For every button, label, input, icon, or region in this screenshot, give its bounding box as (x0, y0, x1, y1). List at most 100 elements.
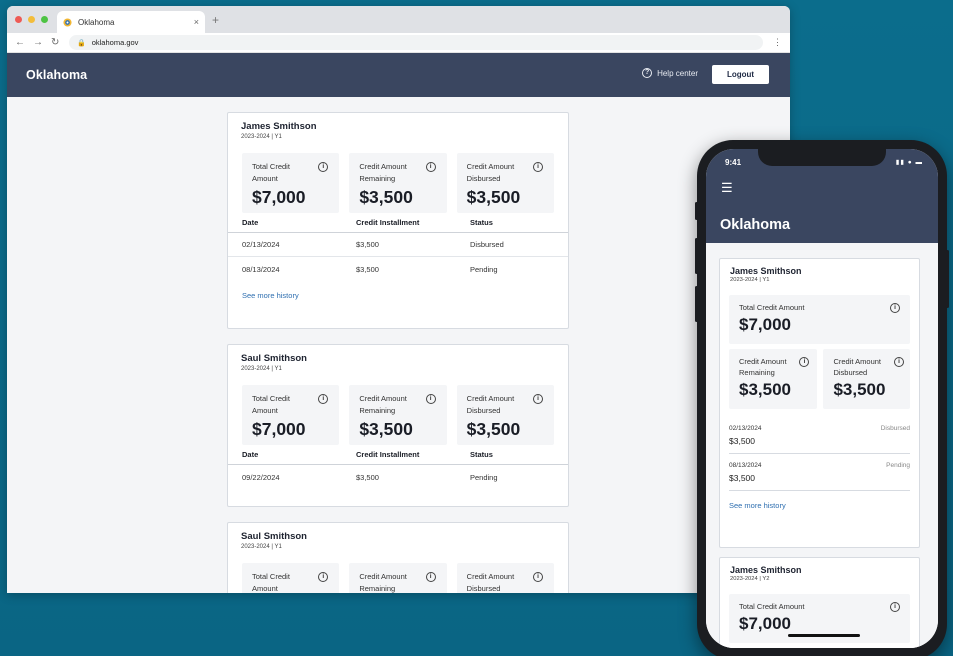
maximize-window-button[interactable] (41, 16, 48, 23)
info-icon[interactable]: i (425, 162, 436, 172)
logout-button[interactable]: Logout (712, 65, 769, 84)
new-tab-button[interactable]: + (212, 13, 219, 27)
credit-remaining-metric: Credit Amount Remaining $3,500 i (729, 349, 818, 409)
forward-arrow-icon[interactable]: → (33, 37, 43, 48)
column-header-date: Date (242, 450, 259, 459)
site-brand[interactable]: Oklahoma (26, 68, 87, 82)
info-icon[interactable]: i (532, 162, 543, 172)
student-name: Saul Smithson (241, 531, 307, 542)
browser-window: Oklahoma × + ← → ↻ 🔒 oklahoma.gov ⋮ Okla… (7, 6, 790, 593)
see-more-history-link[interactable]: See more history (228, 281, 568, 300)
row-date: 08/13/2024 (729, 462, 762, 469)
list-item: 02/13/2024 Disbursed $3,500 (729, 417, 910, 454)
total-credit-metric: Total Credit Amount $7,000 i (242, 385, 340, 445)
metric-label: Credit Amount Disbursed (833, 357, 881, 377)
phone-volume-down (695, 286, 698, 322)
metric-label: Credit Amount Remaining (359, 162, 407, 183)
row-amount: $3,500 (729, 473, 755, 483)
phone-mute-switch (695, 202, 698, 220)
row-amount: $3,500 (356, 472, 379, 482)
row-date: 08/13/2024 (242, 264, 280, 274)
row-amount: $3,500 (729, 436, 755, 446)
info-icon[interactable]: i (890, 602, 900, 612)
metric-label: Credit Amount Disbursed (466, 394, 515, 415)
table-row: 02/13/2024 $3,500 Disbursed (228, 233, 568, 257)
metric-label: Credit Amount Disbursed (466, 162, 515, 183)
student-name: James Smithson (730, 565, 802, 575)
info-icon[interactable]: i (894, 357, 904, 367)
info-icon[interactable]: i (799, 357, 810, 367)
row-status: Disbursed (470, 240, 504, 249)
total-credit-metric: Total Credit Amount $7,000 i (729, 295, 910, 344)
info-icon[interactable]: i (890, 303, 900, 313)
browser-menu-icon[interactable]: ⋮ (773, 37, 782, 48)
column-header-installment: Credit Installment (356, 218, 420, 227)
close-window-button[interactable] (15, 16, 22, 23)
metric-value: $7,000 (739, 315, 791, 334)
minimize-window-button[interactable] (28, 16, 35, 23)
table-header: Date Credit Installment Status (228, 213, 568, 233)
credit-card-james: James Smithson 2023-2024 | Y1 Total Cred… (227, 112, 569, 329)
list-item: 08/13/2024 Pending $3,500 (729, 454, 910, 491)
phone-device: 9:41 ▮▮ ● ▬ ☰ Oklahoma James Smithson 20… (695, 140, 949, 656)
info-icon[interactable]: i (318, 572, 329, 582)
tab-close-icon[interactable]: × (194, 17, 199, 27)
row-status: Pending (470, 472, 498, 482)
info-icon[interactable]: i (318, 394, 329, 404)
info-icon[interactable]: i (532, 572, 543, 582)
info-icon[interactable]: i (425, 394, 436, 404)
address-bar[interactable]: 🔒 oklahoma.gov (69, 35, 763, 50)
question-circle-icon: ? (642, 68, 653, 78)
see-more-history-link[interactable]: See more history (720, 491, 919, 510)
table-header: Date Credit Installment Status (228, 445, 568, 465)
metric-label: Credit Amount Remaining (359, 394, 407, 415)
phone-screen: 9:41 ▮▮ ● ▬ ☰ Oklahoma James Smithson 20… (706, 149, 938, 648)
info-icon[interactable]: i (425, 572, 436, 582)
tab-strip: Oklahoma × + (7, 6, 790, 33)
credit-disbursed-metric: Credit Amount Disbursed $3,500 i (456, 385, 554, 445)
table-row: 08/13/2024 $3,500 Pending (228, 257, 568, 281)
credit-card-saul: Saul Smithson 2023-2024 | Y1 Total Credi… (227, 344, 569, 507)
mobile-brand[interactable]: Oklahoma (720, 217, 790, 233)
row-date: 09/22/2024 (242, 472, 280, 482)
metric-value: $3,500 (833, 380, 886, 399)
total-credit-metric: Total Credit Amount i (242, 563, 340, 593)
metric-label: Total Credit Amount (252, 572, 290, 593)
metric-value: $3,500 (359, 419, 413, 439)
credit-remaining-metric: Credit Amount Remaining i (349, 563, 447, 593)
student-name: James Smithson (241, 121, 317, 132)
metric-label: Total Credit Amount (252, 394, 290, 415)
total-credit-metric: Total Credit Amount $7,000 i (242, 153, 340, 213)
info-icon[interactable]: i (318, 162, 329, 172)
row-status: Pending (886, 462, 910, 469)
browser-tab[interactable]: Oklahoma × (57, 11, 205, 33)
oklahoma-favicon-icon (63, 17, 72, 27)
metric-value: $7,000 (252, 187, 306, 207)
help-center-label: Help center (657, 68, 698, 78)
metric-value: $7,000 (252, 419, 306, 439)
tab-title: Oklahoma (78, 17, 115, 27)
phone-volume-up (695, 238, 698, 274)
main-content: James Smithson 2023-2024 | Y1 Total Cred… (7, 97, 790, 593)
row-amount: $3,500 (356, 240, 379, 249)
student-name: James Smithson (730, 266, 802, 276)
metric-label: Total Credit Amount (739, 303, 805, 312)
metric-label: Total Credit Amount (739, 602, 805, 611)
credit-disbursed-metric: Credit Amount Disbursed i (456, 563, 554, 593)
metric-label: Total Credit Amount (252, 162, 290, 183)
row-status: Disbursed (880, 425, 910, 432)
column-header-installment: Credit Installment (356, 450, 420, 459)
hamburger-menu-icon[interactable]: ☰ (721, 181, 733, 194)
app-header: Oklahoma ? Help center Logout (7, 53, 790, 97)
info-icon[interactable]: i (532, 394, 543, 404)
metric-label: Credit Amount Remaining (359, 572, 407, 593)
school-year: 2023-2024 | Y1 (241, 544, 282, 550)
metric-value: $3,500 (739, 380, 791, 399)
status-time: 9:41 (725, 158, 742, 167)
back-arrow-icon[interactable]: ← (15, 37, 25, 48)
school-year: 2023-2024 | Y1 (241, 366, 282, 372)
help-center-link[interactable]: ? Help center (642, 68, 698, 78)
reload-icon[interactable]: ↻ (51, 37, 59, 48)
url-text: oklahoma.gov (91, 38, 139, 47)
credit-disbursed-metric: Credit Amount Disbursed $3,500 i (823, 349, 910, 409)
